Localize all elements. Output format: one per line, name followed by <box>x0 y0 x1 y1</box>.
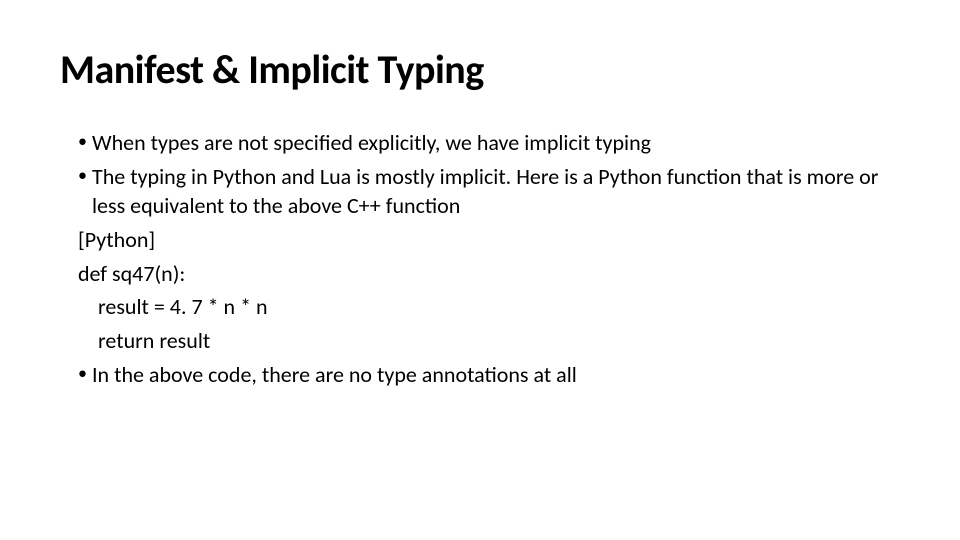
bullet-text: When types are not specified explicitly,… <box>92 128 900 158</box>
bullet-item: • The typing in Python and Lua is mostly… <box>78 162 900 221</box>
bullet-icon: • <box>78 360 92 387</box>
bullet-icon: • <box>78 128 92 155</box>
slide-body: • When types are not specified explicitl… <box>60 128 900 390</box>
bullet-text: The typing in Python and Lua is mostly i… <box>92 162 900 221</box>
bullet-icon: • <box>78 162 92 189</box>
code-line-def: def sq47(n): <box>78 259 900 289</box>
bullet-text: In the above code, there are no type ann… <box>92 360 900 390</box>
bullet-item: • In the above code, there are no type a… <box>78 360 900 390</box>
bullet-item: • When types are not specified explicitl… <box>78 128 900 158</box>
slide: Manifest & Implicit Typing • When types … <box>0 0 960 540</box>
code-line-lang: [Python] <box>78 225 900 255</box>
code-line-assign: result = 4. 7 * n * n <box>78 292 900 322</box>
slide-title: Manifest & Implicit Typing <box>60 48 900 92</box>
code-line-return: return result <box>78 326 900 356</box>
